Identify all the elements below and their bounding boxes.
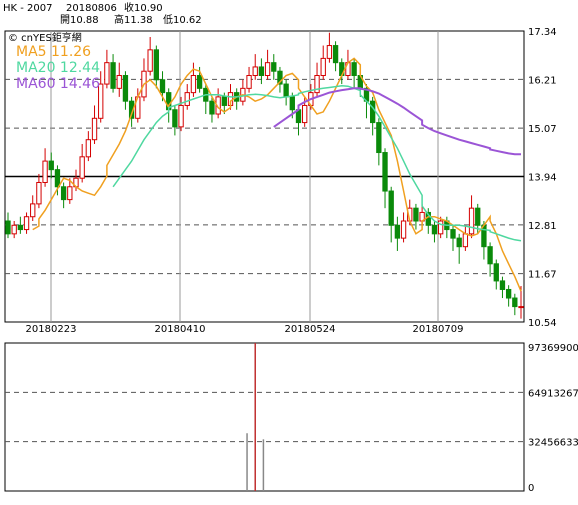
- price-x-tick-label: 20180709: [413, 324, 464, 335]
- candle-body: [487, 246, 493, 265]
- candle-body: [320, 57, 326, 77]
- candle-body: [246, 75, 252, 89]
- candle-body: [450, 229, 456, 239]
- volume-y-tick-label: 64913267: [528, 388, 578, 399]
- brand-logo: © cnYES鉅亨網: [8, 31, 82, 44]
- legend-ma20: MA20 12.44: [16, 60, 100, 76]
- candle-body: [5, 220, 11, 235]
- price-y-tick-label: 13.94: [528, 173, 557, 184]
- candle-body: [332, 45, 339, 64]
- volume-y-tick-label: 97369900: [528, 343, 578, 354]
- candle-body: [369, 100, 376, 124]
- candle-body: [512, 297, 518, 308]
- candle-body: [252, 66, 258, 77]
- candle-body: [326, 45, 333, 59]
- candle-body: [110, 62, 116, 89]
- price-y-tick-label: 11.67: [528, 270, 557, 281]
- volume-y-tick-label: 0: [528, 483, 534, 494]
- price-y-tick-label: 10.54: [528, 318, 557, 329]
- price-y-tick-label: 15.07: [528, 124, 557, 135]
- candle-body: [85, 139, 92, 158]
- candle-body: [23, 216, 30, 231]
- header-date: 20180806: [66, 3, 117, 14]
- candle-body: [42, 160, 48, 183]
- candle-body: [30, 203, 36, 218]
- candle-body: [413, 207, 419, 222]
- candle-body: [351, 62, 357, 77]
- candle-body: [289, 96, 295, 111]
- volume-y-tick-label: 32456633: [528, 438, 578, 449]
- volume-pane-frame: [4, 342, 525, 492]
- price-y-tick-label: 12.81: [528, 221, 557, 232]
- candle-body: [221, 96, 227, 106]
- volume-y-tick-labels: 97369900 64913267 32456633 0: [528, 343, 578, 494]
- candle-body: [302, 104, 308, 124]
- candle-body: [462, 233, 469, 248]
- candle-body: [499, 280, 506, 290]
- candle-body: [400, 220, 407, 239]
- candle-body: [153, 49, 160, 81]
- price-x-tick-labels: 20180223 20180410 20180524 20180709: [26, 324, 464, 335]
- candle-body: [376, 122, 382, 154]
- header-high: 高11.38: [114, 13, 153, 26]
- candle-body: [475, 207, 481, 226]
- price-y-tick-labels: 17.34 16.21 15.07 13.94 12.81 11.67 10.54: [528, 27, 557, 329]
- candle-body: [264, 62, 271, 77]
- price-y-tick-label: 16.21: [528, 75, 557, 86]
- candle-body: [382, 152, 388, 192]
- legend-ma60: MA60 14.46: [16, 76, 100, 92]
- candle-body: [36, 181, 42, 205]
- stock-chart-svg: HK - 2007 20180806 收10.90 開10.88 高11.38 …: [3, 1, 578, 494]
- price-x-tick-label: 20180223: [26, 324, 77, 335]
- candle-body: [190, 75, 197, 94]
- candle-body: [17, 224, 24, 231]
- candle-body: [431, 224, 438, 235]
- candle-body: [54, 169, 61, 188]
- candle-body: [388, 190, 394, 226]
- header-close: 收10.90: [124, 1, 163, 14]
- candle-body: [11, 224, 17, 235]
- candle-body: [67, 186, 73, 201]
- candle-body: [48, 160, 54, 171]
- candle-body: [283, 83, 289, 98]
- candle-body: [394, 224, 401, 239]
- candle-body: [505, 288, 512, 299]
- candle-body: [518, 306, 524, 309]
- candle-body: [116, 75, 122, 89]
- candle-body: [122, 75, 129, 102]
- candle-body: [184, 92, 190, 106]
- legend-ma5: MA5 11.26: [16, 44, 91, 60]
- candle-body: [172, 109, 178, 128]
- candle-body: [196, 75, 203, 89]
- candle-body: [456, 237, 462, 248]
- candle-body: [159, 79, 166, 94]
- candle-body: [258, 66, 265, 77]
- candle-body: [91, 117, 98, 141]
- header-symbol: HK - 2007: [3, 3, 53, 14]
- price-x-tick-label: 20180524: [285, 324, 336, 335]
- chart-container: HK - 2007 20180806 收10.90 開10.88 高11.38 …: [0, 0, 578, 501]
- candle-body: [60, 186, 67, 201]
- price-x-tick-label: 20180410: [155, 324, 206, 335]
- candle-body: [147, 49, 153, 72]
- candle-body: [79, 156, 85, 179]
- candle-body: [468, 207, 475, 235]
- header-open: 開10.88: [60, 14, 99, 26]
- candle-body: [493, 263, 499, 282]
- candle-body: [104, 62, 110, 85]
- candle-body: [209, 100, 215, 115]
- price-y-tick-label: 17.34: [528, 27, 557, 38]
- candle-body: [271, 62, 277, 72]
- candle-body: [178, 104, 184, 128]
- header-low: 低10.62: [163, 13, 202, 26]
